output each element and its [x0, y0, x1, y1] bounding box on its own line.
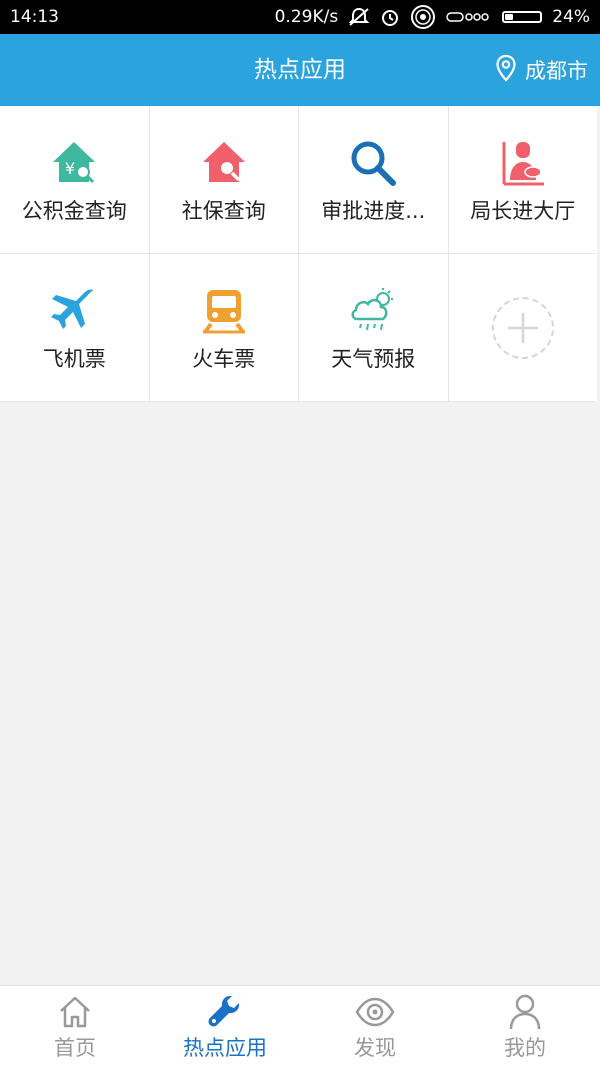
battery-icon: [502, 11, 543, 23]
bottom-nav: 首页 热点应用 发现 我的: [0, 985, 600, 1067]
official-person-icon: [495, 135, 551, 191]
wrench-icon: [206, 992, 244, 1032]
status-time: 14:13: [10, 7, 59, 27]
plus-icon: [507, 312, 538, 343]
app-tile-label: 飞机票: [42, 346, 106, 371]
nav-hot-apps[interactable]: 热点应用: [150, 986, 300, 1067]
record-icon: [410, 4, 436, 30]
cloud-rain-icon: [345, 283, 401, 339]
svg-text:¥: ¥: [65, 159, 75, 178]
home-icon: [57, 992, 93, 1032]
battery-percent: 24%: [552, 7, 590, 27]
mute-icon: [348, 7, 370, 27]
magnifier-icon: [345, 135, 401, 191]
nav-label-home: 首页: [54, 1035, 96, 1060]
nav-label-mine: 我的: [504, 1035, 546, 1060]
location-selector[interactable]: 成都市: [495, 34, 588, 106]
app-grid: ¥ 公积金查询 社保查询 审批进度... 局长进大厅 飞机票 火车票 天气预报: [0, 106, 597, 402]
app-tile-approval-progress[interactable]: 审批进度...: [299, 106, 448, 253]
app-header: 热点应用 成都市: [0, 34, 600, 106]
house-yuan-icon: ¥: [46, 135, 102, 191]
status-bar: 14:13 0.29K/s 24%: [0, 0, 600, 34]
app-tile-label: 公积金查询: [21, 198, 127, 223]
net-speed: 0.29K/s: [274, 7, 339, 27]
app-tile-label: 社保查询: [181, 198, 266, 223]
person-icon: [508, 992, 542, 1032]
house-search-icon: [196, 135, 252, 191]
app-tile-weather[interactable]: 天气预报: [299, 254, 448, 401]
signal-icon: [446, 11, 492, 23]
nav-label-discover: 发现: [354, 1035, 396, 1060]
app-tile-housing-fund[interactable]: ¥ 公积金查询: [0, 106, 149, 253]
location-pin-icon: [495, 54, 517, 87]
app-tile-label: 局长进大厅: [470, 198, 576, 223]
eye-icon: [355, 992, 395, 1032]
app-tile-social-security[interactable]: 社保查询: [149, 106, 298, 253]
location-label: 成都市: [525, 59, 588, 83]
nav-mine[interactable]: 我的: [450, 986, 600, 1067]
airplane-icon: [46, 283, 102, 339]
alarm-icon: [380, 7, 400, 27]
add-app-button[interactable]: [491, 296, 554, 359]
train-icon: [196, 283, 252, 339]
app-tile-flight-ticket[interactable]: 飞机票: [0, 254, 149, 401]
add-app-tile[interactable]: [448, 254, 597, 401]
nav-discover[interactable]: 发现: [300, 986, 450, 1067]
app-tile-director-hall[interactable]: 局长进大厅: [448, 106, 597, 253]
nav-label-hot-apps: 热点应用: [183, 1035, 267, 1060]
status-right: 0.29K/s 24%: [275, 4, 590, 30]
app-tile-label: 审批进度...: [321, 198, 426, 223]
app-tile-label: 火车票: [192, 346, 256, 371]
app-tile-label: 天气预报: [331, 346, 416, 371]
nav-home[interactable]: 首页: [0, 986, 150, 1067]
app-tile-train-ticket[interactable]: 火车票: [149, 254, 298, 401]
